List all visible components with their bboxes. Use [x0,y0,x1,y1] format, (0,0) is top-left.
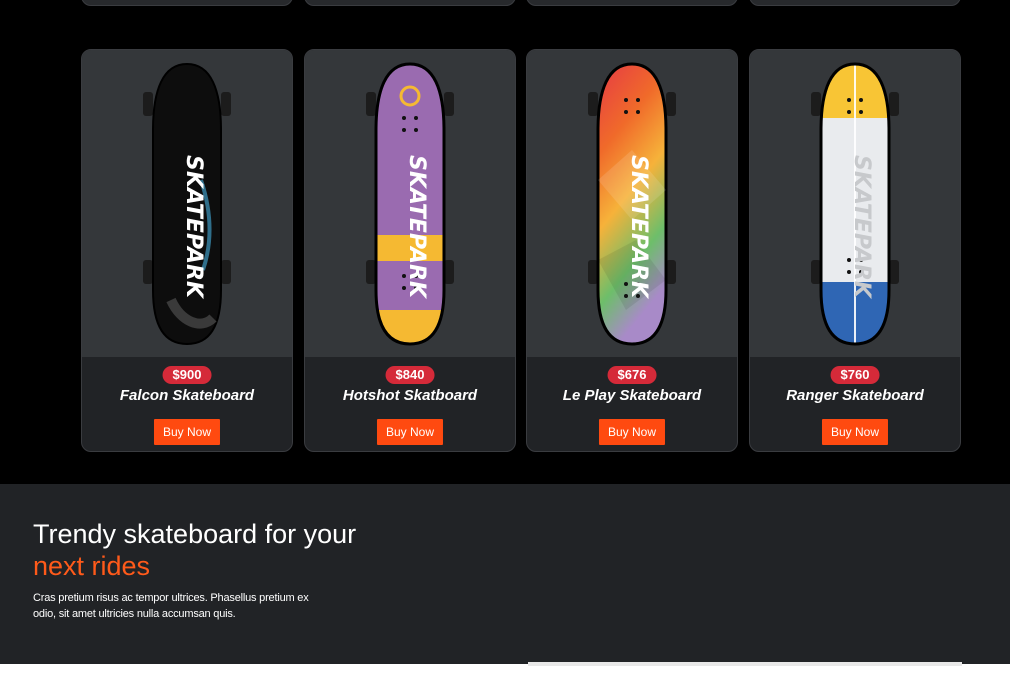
price-badge: $676 [607,366,657,384]
skateboard-image: SKATEPARK [811,62,899,346]
section-title-accent: next rides [33,551,151,581]
section-description: Cras pretium risus ac tempor ultrices. P… [33,592,309,620]
skateboard-image: SKATEPARK [366,62,454,346]
product-card [749,0,961,6]
product-card-hotshot[interactable]: SKATEPARK $840 Hotshot Skatboard Buy Now [304,49,516,452]
product-card-falcon[interactable]: SKATEPARK $900 Falcon Skateboard Buy Now [81,49,293,452]
product-name: Falcon Skateboard [119,387,255,404]
product-card-le-play[interactable]: SKATEPARK $676 Le Play Skateboard Buy No… [526,49,738,452]
product-image: SKATEPARK [82,50,292,357]
product-name: Hotshot Skatboard [342,387,478,404]
product-image: SKATEPARK [527,50,737,357]
product-image: SKATEPARK [305,50,515,357]
product-name: Ranger Skateboard [786,387,924,404]
svg-text:SKATEPARK: SKATEPARK [181,155,206,300]
buy-now-button[interactable]: Buy Now [376,419,444,445]
buy-now-button[interactable]: Buy Now [821,419,889,445]
price-badge: $840 [385,366,435,384]
product-name: Le Play Skateboard [562,387,702,404]
price-badge: $760 [830,366,880,384]
product-card-ranger[interactable]: SKATEPARK $760 Ranger Skateboard Buy Now [749,49,961,452]
product-grid: SKATEPARK $900 Falcon Skateboard Buy Now [81,49,961,452]
image-edge [528,662,962,666]
product-image: SKATEPARK [750,50,960,357]
buy-now-button[interactable]: Buy Now [153,419,221,445]
trendy-section: Trendy skateboard for your next rides Cr… [0,484,1010,664]
product-card [304,0,516,6]
section-title: Trendy skateboard for your [33,519,357,549]
price-badge: $900 [162,366,212,384]
svg-text:SKATEPARK: SKATEPARK [404,155,429,300]
buy-now-button[interactable]: Buy Now [598,419,666,445]
skateboard-image: SKATEPARK [588,62,676,346]
previous-products-row [81,0,961,6]
skateboard-image: SKATEPARK [143,62,231,346]
product-card [526,0,738,6]
svg-text:SKATEPARK: SKATEPARK [626,155,651,300]
product-card [81,0,293,6]
svg-text:SKATEPARK: SKATEPARK [849,155,874,300]
